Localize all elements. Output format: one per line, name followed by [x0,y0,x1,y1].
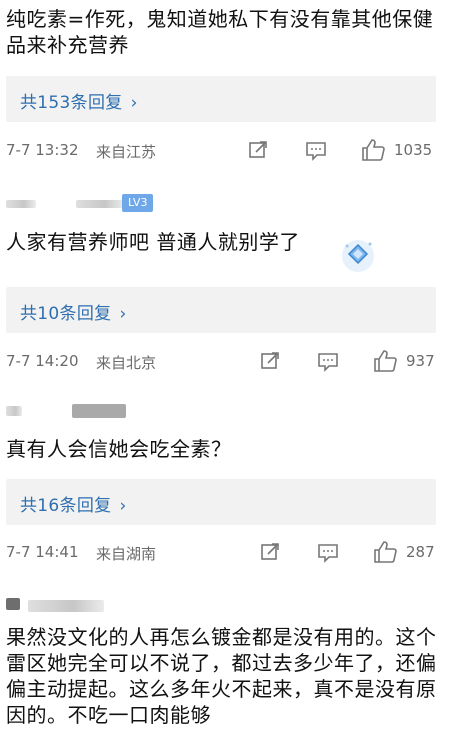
user-info: LV3 [6,180,446,212]
blurred-username [6,200,36,208]
blurred-username [28,600,104,612]
chevron-right-icon: › [119,496,127,516]
chevron-right-icon: › [119,304,127,324]
blurred-username [72,404,126,418]
comment-3: 真有人会信她会吃全素？ 共16条回复 › 7-7 14:41 来自湖南 287 [0,388,449,584]
comment-meta: 7-7 13:32 来自江苏 1035 [6,139,442,163]
like-count: 937 [406,352,435,370]
reply-count-label: 共10条回复 [20,304,112,324]
comment-icon[interactable] [316,541,340,563]
comment-meta: 7-7 14:41 来自湖南 287 [6,541,442,565]
comment-feed: 纯吃素=作死，鬼知道她私下有没有靠其他保健品来补充营养 共153条回复 › 7-7… [0,0,449,746]
comment-location: 来自北京 [96,354,157,372]
blurred-username [6,598,20,610]
like-count: 287 [406,543,435,561]
thumbs-up-icon[interactable] [372,539,398,565]
reply-count-button[interactable]: 共16条回复 › [6,479,436,525]
comment-2: LV3 人家有营养师吧 普通人就别学了 共10条回复 › 7-7 14:20 来自… [0,176,449,388]
chevron-right-icon: › [130,93,138,113]
comment-location: 来自湖南 [96,545,157,563]
comment-meta: 7-7 14:20 来自北京 937 [6,350,442,374]
comment-4: 果然没文化的人再怎么镀金都是没有用的。这个雷区她完全可以不说了，都过去多少年了，… [0,584,449,746]
comment-time: 7-7 14:20 [6,352,79,370]
user-info [6,392,446,422]
reply-count-button[interactable]: 共10条回复 › [6,287,436,333]
share-icon[interactable] [259,541,281,563]
level-badge: LV3 [122,194,154,212]
comment-time: 7-7 13:32 [6,141,79,159]
reply-count-button[interactable]: 共153条回复 › [6,76,436,122]
comment-1: 纯吃素=作死，鬼知道她私下有没有靠其他保健品来补充营养 共153条回复 › 7-7… [0,0,449,176]
comment-location: 来自江苏 [96,143,157,161]
blurred-username [76,200,124,208]
comment-text: 果然没文化的人再怎么镀金都是没有用的。这个雷区她完全可以不说了，都过去多少年了，… [6,625,437,727]
share-icon[interactable] [247,139,269,161]
comment-text: 真有人会信她会吃全素？ [6,437,232,461]
thumbs-up-icon[interactable] [372,348,398,374]
sticker-icon [342,240,374,272]
comment-text: 纯吃素=作死，鬼知道她私下有没有靠其他保健品来补充营养 [6,7,434,57]
comment-icon[interactable] [304,139,328,161]
reply-count-label: 共153条回复 [20,93,123,113]
reply-count-label: 共16条回复 [20,496,112,516]
user-info [6,586,446,616]
comment-text: 人家有营养师吧 普通人就别学了 [6,230,300,254]
blurred-username [6,406,22,416]
comment-icon[interactable] [316,350,340,372]
thumbs-up-icon[interactable] [360,137,386,163]
like-count: 1035 [394,141,433,159]
share-icon[interactable] [259,350,281,372]
comment-time: 7-7 14:41 [6,543,79,561]
